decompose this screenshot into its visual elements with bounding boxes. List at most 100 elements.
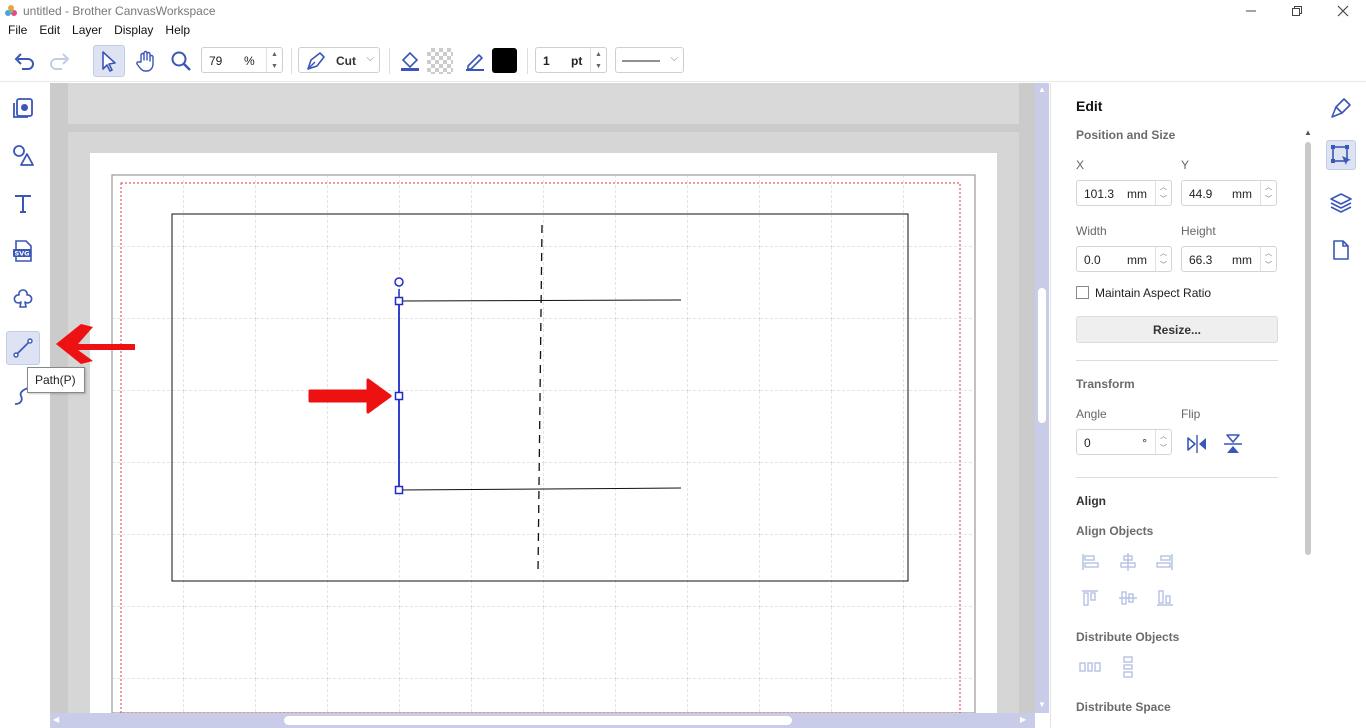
width-label: Width (1076, 224, 1107, 238)
annotation-arrow-left (56, 324, 135, 364)
align-middle-button[interactable] (1117, 587, 1139, 609)
path-tool[interactable] (6, 331, 40, 365)
align-top-button[interactable] (1079, 587, 1101, 609)
y-field[interactable]: 44.9 mm ︿ ﹀ (1181, 180, 1277, 206)
magnifier-icon (171, 51, 191, 71)
undo-button[interactable] (10, 48, 38, 74)
align-right-button[interactable] (1154, 551, 1176, 573)
flip-horizontal-button[interactable] (1186, 433, 1208, 455)
minimize-button[interactable] (1228, 0, 1274, 22)
align-bottom-icon (1157, 590, 1173, 606)
divider (1076, 477, 1278, 478)
width-unit: mm (1127, 253, 1147, 267)
resize-button[interactable]: Resize... (1076, 316, 1278, 343)
panel-scroll-thumb[interactable] (1305, 142, 1311, 555)
select-tool-button[interactable] (93, 45, 125, 77)
menu-help[interactable]: Help (159, 22, 196, 40)
fill-swatch-transparent[interactable] (427, 48, 453, 74)
drawing-canvas[interactable] (50, 83, 1035, 713)
angle-spinner[interactable]: ︿ ﹀ (1155, 430, 1171, 454)
width-spinner[interactable]: ︿ ﹀ (1155, 247, 1171, 271)
height-spinner[interactable]: ︿ ﹀ (1260, 247, 1276, 271)
spin-down-icon: ▼ (271, 62, 278, 70)
window-title: untitled - Brother CanvasWorkspace (23, 4, 216, 18)
flip-vertical-button[interactable] (1222, 433, 1244, 455)
canvas-area[interactable] (50, 83, 1035, 713)
scroll-up-icon[interactable]: ▲ (1038, 85, 1046, 94)
line-width-spinner[interactable]: ▲ ▼ (590, 48, 606, 72)
menu-bar: File Edit Layer Display Help (0, 22, 1366, 40)
spin-up-icon: ︿ (1160, 433, 1167, 440)
line-style-select[interactable]: ⌵ (615, 47, 684, 73)
line-color-swatch[interactable] (492, 48, 517, 73)
rotate-handle[interactable] (394, 277, 404, 287)
text-tool[interactable] (6, 186, 40, 220)
align-left-button[interactable] (1079, 551, 1101, 573)
line-color-button[interactable] (461, 47, 489, 75)
middle-handle[interactable] (394, 391, 404, 401)
x-field[interactable]: 101.3 mm ︿ ﹀ (1076, 180, 1172, 206)
distribute-vertical-button[interactable] (1117, 656, 1139, 678)
templates-icon (13, 98, 33, 118)
restore-button[interactable] (1274, 0, 1320, 22)
canvas-horizontal-scrollbar[interactable]: ◀ ▶ (50, 713, 1035, 728)
pan-tool-button[interactable] (131, 46, 161, 76)
hand-icon (136, 50, 154, 72)
edit-select-icon (1331, 145, 1351, 165)
zoom-tool-button[interactable] (166, 46, 196, 76)
angle-label: Angle (1076, 407, 1107, 421)
templates-tool[interactable] (6, 91, 40, 125)
zoom-spinner[interactable]: ▲ ▼ (266, 48, 282, 72)
style-tab[interactable] (1326, 93, 1356, 123)
svg-import-tool[interactable]: SVG (6, 234, 40, 268)
canvas-vertical-scrollbar[interactable]: ▲ ▼ (1035, 83, 1049, 713)
top-handle[interactable] (394, 296, 404, 306)
vertical-scroll-thumb[interactable] (1038, 288, 1046, 423)
layers-icon (1330, 193, 1352, 213)
layers-tab[interactable] (1326, 188, 1356, 218)
align-center-button[interactable] (1117, 551, 1139, 573)
zoom-field[interactable]: 79 % ▲ ▼ (201, 47, 283, 73)
redo-button[interactable] (46, 48, 74, 74)
maintain-aspect-checkbox[interactable] (1076, 286, 1089, 299)
x-label: X (1076, 158, 1085, 172)
scroll-left-icon[interactable]: ◀ (53, 715, 59, 724)
width-field[interactable]: 0.0 mm ︿ ﹀ (1076, 246, 1172, 272)
scroll-right-icon[interactable]: ▶ (1020, 715, 1026, 724)
y-unit: mm (1232, 187, 1252, 201)
paint-bucket-icon (401, 51, 419, 71)
menu-layer[interactable]: Layer (66, 22, 108, 40)
cut-mode-select[interactable]: Cut ⌵ (298, 47, 380, 73)
shapes-icon (13, 145, 34, 166)
svg-file-icon: SVG (13, 240, 32, 262)
spin-down-icon: ﹀ (1160, 262, 1167, 269)
toolbar-divider (389, 48, 390, 74)
y-spinner[interactable]: ︿ ﹀ (1260, 181, 1276, 205)
toolbar: 79 % ▲ ▼ Cut ⌵ 1 pt ▲ ▼ ⌵ (0, 40, 1366, 82)
height-field[interactable]: 66.3 mm ︿ ﹀ (1181, 246, 1277, 272)
panel-scrollbar[interactable]: ▲ (1303, 128, 1313, 728)
zoom-value: 79 (209, 54, 223, 68)
fill-color-button[interactable] (396, 47, 424, 75)
shapes-tool[interactable] (6, 138, 40, 172)
spin-up-icon: ︿ (1265, 184, 1272, 191)
x-spinner[interactable]: ︿ ﹀ (1155, 181, 1171, 205)
align-bottom-button[interactable] (1154, 587, 1176, 609)
scroll-down-icon[interactable]: ▼ (1038, 700, 1046, 709)
horizontal-scroll-thumb[interactable] (284, 716, 792, 725)
line-width-field[interactable]: 1 pt ▲ ▼ (535, 47, 607, 73)
distribute-horizontal-button[interactable] (1079, 656, 1101, 678)
menu-display[interactable]: Display (108, 22, 159, 40)
scroll-up-icon[interactable]: ▲ (1304, 128, 1312, 137)
close-button[interactable] (1320, 0, 1366, 22)
patterns-tool[interactable] (6, 282, 40, 316)
bottom-handle[interactable] (394, 485, 404, 495)
flip-label: Flip (1181, 407, 1201, 421)
edit-panel: Edit Position and Size X Y 101.3 mm ︿ ﹀ 4… (1050, 83, 1316, 728)
edit-tab[interactable] (1326, 140, 1356, 170)
height-unit: mm (1232, 253, 1252, 267)
angle-field[interactable]: 0 ° ︿ ﹀ (1076, 429, 1172, 455)
menu-edit[interactable]: Edit (33, 22, 66, 40)
page-tab[interactable] (1326, 235, 1356, 265)
menu-file[interactable]: File (2, 22, 33, 40)
